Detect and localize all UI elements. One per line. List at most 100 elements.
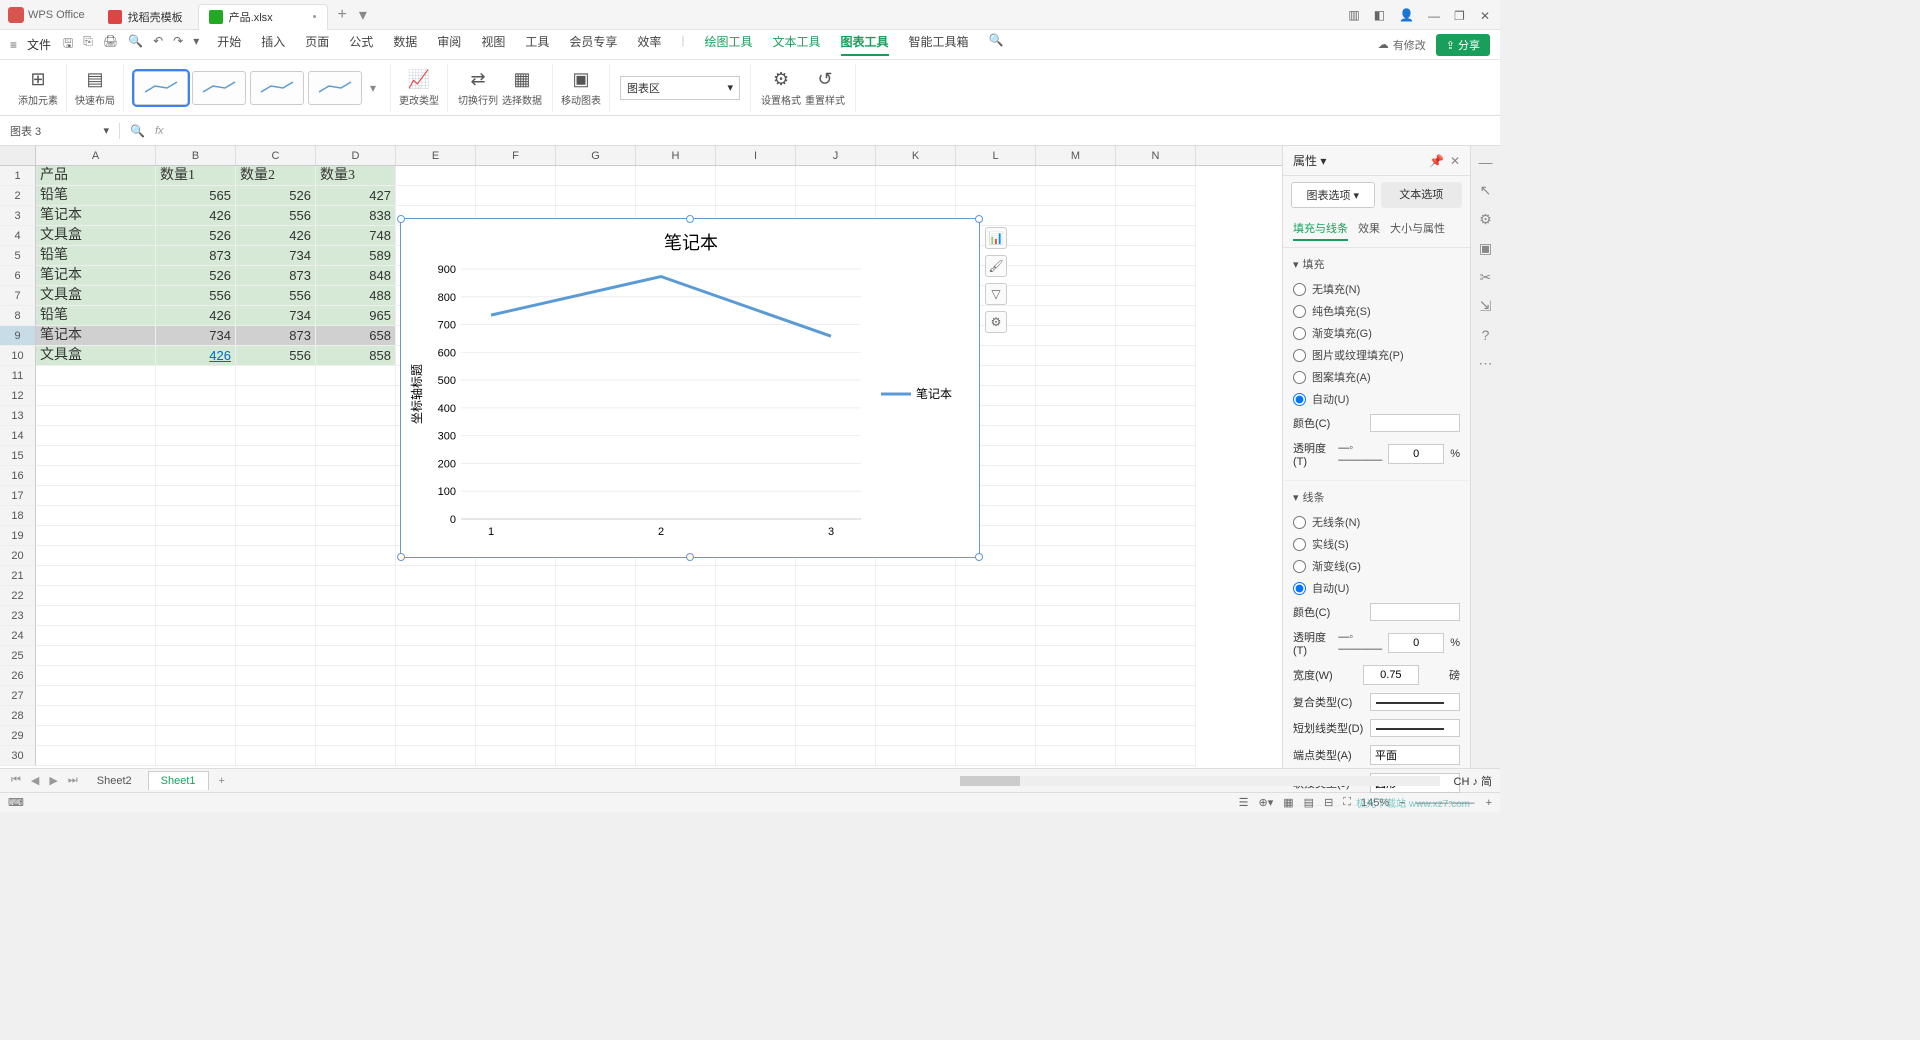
add-tab-button[interactable]: + (332, 6, 353, 24)
resize-handle[interactable] (397, 553, 405, 561)
style-more-icon[interactable]: ▾ (366, 81, 380, 95)
fill-section-header[interactable]: ▾ 填充 (1293, 256, 1460, 272)
fill-color-picker[interactable] (1370, 414, 1460, 432)
set-format-button[interactable]: ⚙设置格式 (761, 69, 801, 107)
zoom-fx-icon[interactable]: 🔍 (130, 124, 145, 138)
col-M[interactable]: M (1036, 146, 1116, 165)
sheet-tab-sheet2[interactable]: Sheet2 (85, 772, 144, 790)
name-box[interactable]: 图表 3▾ (0, 123, 120, 139)
line-none-radio[interactable]: 无线条(N) (1293, 511, 1460, 533)
fill-auto-radio[interactable]: 自动(U) (1293, 388, 1460, 410)
chart-style-3[interactable] (250, 71, 304, 105)
menu-text-tools[interactable]: 文本工具 (773, 33, 821, 56)
add-sheet-button[interactable]: + (213, 775, 231, 787)
zoom-in-button[interactable]: + (1486, 797, 1492, 809)
menu-data[interactable]: 数据 (393, 33, 417, 56)
col-F[interactable]: F (476, 146, 556, 165)
sheet-nav-next[interactable]: ▶ (46, 774, 60, 787)
line-auto-radio[interactable]: 自动(U) (1293, 577, 1460, 599)
col-L[interactable]: L (956, 146, 1036, 165)
chart-styles-button[interactable]: 🖌 (985, 255, 1007, 277)
move-chart-button[interactable]: ▣移动图表 (553, 64, 610, 112)
compound-type-picker[interactable] (1370, 693, 1460, 711)
fill-solid-radio[interactable]: 纯色填充(S) (1293, 300, 1460, 322)
resize-handle[interactable] (975, 553, 983, 561)
fill-picture-radio[interactable]: 图片或纹理填充(P) (1293, 344, 1460, 366)
subtab-size[interactable]: 大小与属性 (1390, 220, 1445, 241)
sidetool-settings-icon[interactable]: ⚙ (1479, 211, 1492, 228)
col-K[interactable]: K (876, 146, 956, 165)
select-all-corner[interactable] (0, 146, 36, 165)
col-B[interactable]: B (156, 146, 236, 165)
worksheet[interactable]: A B C D E F G H I J K L M N 1产品数量1数量2数量3… (0, 146, 1282, 768)
qat-dropdown-icon[interactable]: ▾ (193, 34, 199, 55)
switch-rowcol-button[interactable]: ⇄切换行列 (458, 69, 498, 107)
chart-object[interactable]: 笔记本 0100200300400500600700800900 坐标轴标题 1… (400, 218, 980, 558)
pin-icon[interactable]: 📌 (1429, 154, 1444, 168)
sidetool-layers-icon[interactable]: ▣ (1479, 240, 1492, 257)
preview-icon[interactable]: 🔍 (128, 34, 143, 55)
resize-handle[interactable] (397, 215, 405, 223)
chart-filter-button[interactable]: ▽ (985, 283, 1007, 305)
fill-gradient-radio[interactable]: 渐变填充(G) (1293, 322, 1460, 344)
chart-style-2[interactable] (192, 71, 246, 105)
reset-style-button[interactable]: ↺重置样式 (805, 69, 845, 107)
tab-text-options[interactable]: 文本选项 (1381, 182, 1463, 208)
fill-transparency-input[interactable] (1388, 444, 1444, 464)
line-section-header[interactable]: ▾ 线条 (1293, 489, 1460, 505)
tab-chart-options[interactable]: 图表选项 ▾ (1291, 182, 1375, 208)
tab-menu-button[interactable]: ▾ (353, 5, 373, 25)
search-icon[interactable]: 🔍 (989, 33, 1004, 56)
sidetool-more-icon[interactable]: ⋯ (1479, 355, 1493, 372)
sidetool-clip-icon[interactable]: ✂ (1480, 269, 1492, 286)
save-icon[interactable]: 🖫 (63, 34, 73, 55)
subtab-effect[interactable]: 效果 (1358, 220, 1380, 241)
close-button[interactable]: ✕ (1480, 9, 1492, 21)
maximize-button[interactable]: ❐ (1454, 9, 1466, 21)
page-view-icon[interactable]: ▤ (1304, 796, 1314, 809)
chart-settings-button[interactable]: ⚙ (985, 311, 1007, 333)
col-H[interactable]: H (636, 146, 716, 165)
menu-insert[interactable]: 插入 (261, 33, 285, 56)
menu-drawing-tools[interactable]: 绘图工具 (705, 33, 753, 56)
sheet-nav-prev[interactable]: ◀ (28, 774, 42, 787)
cap-type-picker[interactable] (1370, 745, 1460, 765)
line-color-picker[interactable] (1370, 603, 1460, 621)
dash-type-picker[interactable] (1370, 719, 1460, 737)
focus-view-icon[interactable]: ⊕▾ (1259, 796, 1274, 809)
tab-document[interactable]: 产品.xlsx • (198, 4, 328, 30)
menu-member[interactable]: 会员专享 (569, 33, 617, 56)
chart-elements-button[interactable]: 📊 (985, 227, 1007, 249)
fullscreen-icon[interactable]: ⛶ (1343, 796, 1351, 809)
fill-pattern-radio[interactable]: 图案填充(A) (1293, 366, 1460, 388)
chart-style-4[interactable] (308, 71, 362, 105)
col-E[interactable]: E (396, 146, 476, 165)
menu-formula[interactable]: 公式 (349, 33, 373, 56)
status-mode-icon[interactable]: ⌨ (8, 796, 24, 809)
change-type-button[interactable]: 📈更改类型 (391, 64, 448, 112)
print-icon[interactable]: 🖨 (103, 34, 118, 55)
menu-view[interactable]: 视图 (481, 33, 505, 56)
resize-handle[interactable] (686, 553, 694, 561)
line-gradient-radio[interactable]: 渐变线(G) (1293, 555, 1460, 577)
export-icon[interactable]: ⎘ (83, 34, 93, 55)
col-N[interactable]: N (1116, 146, 1196, 165)
normal-view-icon[interactable]: ▦ (1283, 796, 1293, 809)
minimize-button[interactable]: — (1428, 9, 1440, 21)
horizontal-scrollbar[interactable] (960, 776, 1440, 786)
sidetool-help-icon[interactable]: ? (1482, 327, 1490, 343)
menu-page[interactable]: 页面 (305, 33, 329, 56)
line-width-input[interactable] (1363, 665, 1419, 685)
add-element-button[interactable]: ⊞添加元素 (10, 64, 67, 112)
menu-chart-tools[interactable]: 图表工具 (841, 33, 889, 56)
sheet-tab-sheet1[interactable]: Sheet1 (148, 771, 209, 790)
redo-icon[interactable]: ↷ (173, 34, 183, 55)
share-button[interactable]: ⇪ 分享 (1436, 34, 1490, 56)
select-data-button[interactable]: ▦选择数据 (502, 69, 542, 107)
line-transparency-input[interactable] (1388, 633, 1444, 653)
sheet-nav-first[interactable]: ⏮ (8, 774, 24, 787)
menu-tools[interactable]: 工具 (525, 33, 549, 56)
fill-none-radio[interactable]: 无填充(N) (1293, 278, 1460, 300)
chart-element-selector[interactable]: 图表区▾ (620, 76, 740, 100)
reading-view-icon[interactable]: ☰ (1239, 796, 1249, 809)
